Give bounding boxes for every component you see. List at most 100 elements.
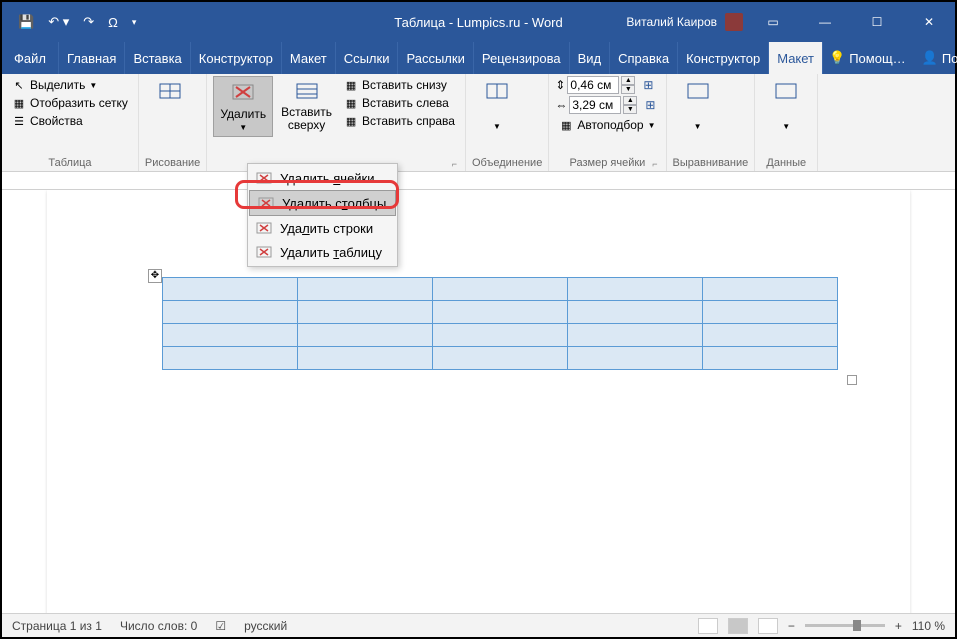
group-table: ↖Выделить ▼ ▦Отобразить сетку ☰Свойства …: [2, 74, 139, 171]
properties-label: Свойства: [30, 114, 83, 128]
insert-right-label: Вставить справа: [362, 114, 455, 128]
minimize-icon[interactable]: —: [803, 2, 847, 42]
delete-table-item[interactable]: Удалить таблицу: [248, 240, 397, 264]
status-words[interactable]: Число слов: 0: [120, 619, 197, 633]
document-area: [2, 190, 955, 613]
tab-references[interactable]: Ссылки: [336, 42, 399, 74]
ribbon: ↖Выделить ▼ ▦Отобразить сетку ☰Свойства …: [2, 74, 955, 172]
delete-columns-item[interactable]: Удалить столбцы: [249, 190, 396, 216]
table-row[interactable]: [163, 301, 838, 324]
zoom-in-icon[interactable]: +: [895, 619, 902, 633]
table-move-handle[interactable]: ✥: [148, 269, 162, 283]
alignment-button[interactable]: X ▼: [673, 76, 723, 135]
equation-icon[interactable]: Ω: [104, 13, 122, 32]
grid-icon: ▦: [12, 96, 26, 110]
insert-below-icon: ▦: [344, 78, 358, 92]
height-up[interactable]: ▲: [621, 76, 635, 85]
save-icon[interactable]: 💾: [14, 12, 38, 32]
tab-view[interactable]: Вид: [570, 42, 611, 74]
group-table-label: Таблица: [8, 155, 132, 171]
table-row[interactable]: [163, 278, 838, 301]
user-name: Виталий Каиров: [626, 15, 717, 29]
delete-cells-item[interactable]: Удалить ячейки...: [248, 166, 397, 190]
delete-rows-item[interactable]: Удалить строки: [248, 216, 397, 240]
zoom-slider[interactable]: [805, 624, 885, 627]
draw-table-button[interactable]: X: [145, 76, 195, 124]
user-area: Виталий Каиров ▭ — ☐ ✕: [626, 2, 955, 42]
tab-layout[interactable]: Макет: [282, 42, 336, 74]
insert-right-button[interactable]: ▦Вставить справа: [340, 112, 459, 130]
tab-table-design[interactable]: Конструктор: [678, 42, 769, 74]
tab-file[interactable]: Файл: [2, 42, 59, 74]
delete-columns-label: Удалить столбцы: [282, 196, 386, 211]
ruler-horizontal[interactable]: [2, 172, 955, 190]
status-proofing-icon[interactable]: ☑: [215, 619, 226, 633]
ribbon-display-icon[interactable]: ▭: [751, 2, 795, 42]
status-page[interactable]: Страница 1 из 1: [12, 619, 102, 633]
delete-label: Удалить: [220, 107, 266, 121]
tell-me-label: Помощ…: [849, 51, 905, 66]
lightbulb-icon: 💡: [829, 50, 845, 66]
gridlines-button[interactable]: ▦ Отобразить сетку: [8, 94, 132, 112]
tell-me-button[interactable]: 💡 Помощ…: [823, 50, 912, 66]
col-width-input[interactable]: [569, 96, 621, 114]
table-row[interactable]: [163, 347, 838, 370]
width-icon: ⇔: [555, 98, 567, 112]
view-read-mode[interactable]: [698, 618, 718, 634]
distribute-cols-icon[interactable]: ⊞: [645, 98, 655, 112]
properties-button[interactable]: ☰Свойства: [8, 112, 87, 130]
insert-above-button[interactable]: Вставитьсверху: [275, 76, 338, 136]
table-row[interactable]: [163, 324, 838, 347]
tab-help[interactable]: Справка: [610, 42, 678, 74]
data-icon: [774, 80, 798, 104]
qat-customize-icon[interactable]: ▾: [128, 15, 141, 30]
zoom-out-icon[interactable]: −: [788, 619, 795, 633]
select-button[interactable]: ↖Выделить ▼: [8, 76, 101, 94]
height-down[interactable]: ▼: [621, 85, 635, 94]
group-data-label: Данные: [761, 155, 811, 171]
undo-icon[interactable]: ↶ ▾: [44, 12, 73, 32]
group-alignment-label: Выравнивание: [673, 155, 749, 171]
delete-rows-label: Удалить строки: [280, 221, 373, 236]
delete-table-menu-icon: [256, 244, 272, 260]
page[interactable]: [47, 190, 910, 613]
zoom-thumb[interactable]: [853, 620, 861, 631]
row-height-input[interactable]: [567, 76, 619, 94]
delete-button[interactable]: Удалить ▼: [213, 76, 273, 137]
status-language[interactable]: русский: [244, 619, 287, 633]
width-down[interactable]: ▼: [623, 105, 637, 114]
delete-table-icon: [231, 81, 255, 105]
tab-insert[interactable]: Вставка: [125, 42, 190, 74]
autofit-button[interactable]: ▦Автоподбор ▼: [555, 116, 659, 134]
view-print-layout[interactable]: [728, 618, 748, 634]
tab-table-layout[interactable]: Макет: [769, 42, 823, 74]
insert-above-label: Вставитьсверху: [281, 106, 332, 132]
group-merge-label: Объединение: [472, 155, 542, 171]
insert-left-button[interactable]: ▦Вставить слева: [340, 94, 459, 112]
insert-below-button[interactable]: ▦Вставить снизу: [340, 76, 459, 94]
insert-above-icon: [295, 80, 319, 104]
tab-mailings[interactable]: Рассылки: [398, 42, 473, 74]
width-up[interactable]: ▲: [623, 96, 637, 105]
document-table[interactable]: [162, 277, 838, 370]
close-icon[interactable]: ✕: [907, 2, 951, 42]
rows-columns-launcher[interactable]: ⌐: [452, 159, 457, 169]
view-web-layout[interactable]: [758, 618, 778, 634]
redo-icon[interactable]: ↷: [79, 12, 98, 32]
tab-review[interactable]: Рецензирова: [474, 42, 570, 74]
tab-home[interactable]: Главная: [59, 42, 125, 74]
gridlines-label: Отобразить сетку: [30, 96, 128, 110]
merge-icon: [485, 80, 509, 104]
cell-size-launcher[interactable]: ⌐: [652, 159, 657, 169]
distribute-rows-icon[interactable]: ⊞: [643, 78, 653, 92]
document-title: Таблица - Lumpics.ru - Word: [394, 15, 562, 30]
data-button[interactable]: X ▼: [761, 76, 811, 135]
maximize-icon[interactable]: ☐: [855, 2, 899, 42]
tab-design[interactable]: Конструктор: [191, 42, 282, 74]
zoom-level[interactable]: 110 %: [912, 619, 945, 633]
merge-button[interactable]: X ▼: [472, 76, 522, 135]
avatar[interactable]: [725, 13, 743, 31]
group-alignment: X ▼ Выравнивание: [667, 74, 756, 171]
table-resize-handle[interactable]: [847, 375, 857, 385]
share-button[interactable]: 👤 Поделиться: [916, 50, 957, 66]
